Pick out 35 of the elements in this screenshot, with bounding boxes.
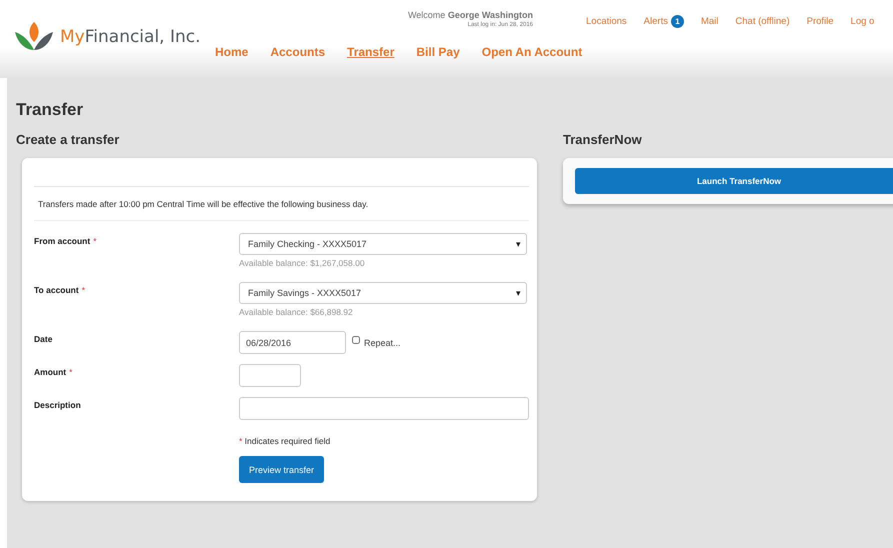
page-title: Transfer [16, 100, 84, 120]
date-field[interactable]: 06/28/2016 [239, 331, 346, 354]
field-label: Date [34, 334, 52, 344]
balance-text: Available balance: $1,267,058.00 [239, 258, 366, 268]
field-label: Description [34, 400, 81, 410]
repeat-label: Repeat... [364, 338, 401, 348]
section-heading: TransferNow [563, 132, 643, 147]
top-link[interactable]: Mail [700, 16, 718, 27]
top-link[interactable]: Log o [850, 16, 874, 27]
launch-button[interactable]: Launch TransferNow [575, 168, 893, 194]
top-link[interactable]: Alerts [644, 16, 668, 27]
account-dropdown[interactable]: Family Checking - XXXX5017 ▾ [239, 233, 527, 255]
amount-field[interactable] [239, 364, 301, 387]
alert-count-badge: 1 [670, 15, 684, 28]
nav-tab[interactable]: Open An Account [482, 45, 582, 59]
repeat-checkbox[interactable] [352, 336, 360, 344]
required-note: * Indicates required field [239, 436, 332, 446]
top-link[interactable]: Locations [586, 16, 627, 27]
notice-text: Transfers made after 10:00 pm Central Time will be effective the following business day. [38, 199, 368, 209]
field-label: From account * [34, 236, 97, 246]
top-link[interactable]: Chat (offline) [735, 16, 790, 27]
nav-tab[interactable]: Bill Pay [416, 45, 460, 59]
field-label: Amount * [34, 367, 72, 377]
section-heading: Create a transfer [16, 132, 120, 147]
nav-tab[interactable]: Accounts [270, 45, 326, 59]
nav-tab[interactable]: Home [215, 45, 248, 59]
top-link[interactable]: Profile [806, 16, 834, 27]
field-label: To account * [34, 285, 86, 295]
nav-tab[interactable]: Transfer [347, 45, 394, 59]
balance-text: Available balance: $66,898.92 [239, 307, 354, 317]
account-dropdown[interactable]: Family Savings - XXXX5017 ▾ [239, 282, 527, 304]
welcome-text: Welcome George Washington [408, 9, 533, 21]
description-field[interactable] [239, 397, 529, 420]
brand-name: MyFinancial, Inc. [60, 27, 201, 47]
preview-transfer-button[interactable]: Preview transfer [239, 456, 324, 483]
